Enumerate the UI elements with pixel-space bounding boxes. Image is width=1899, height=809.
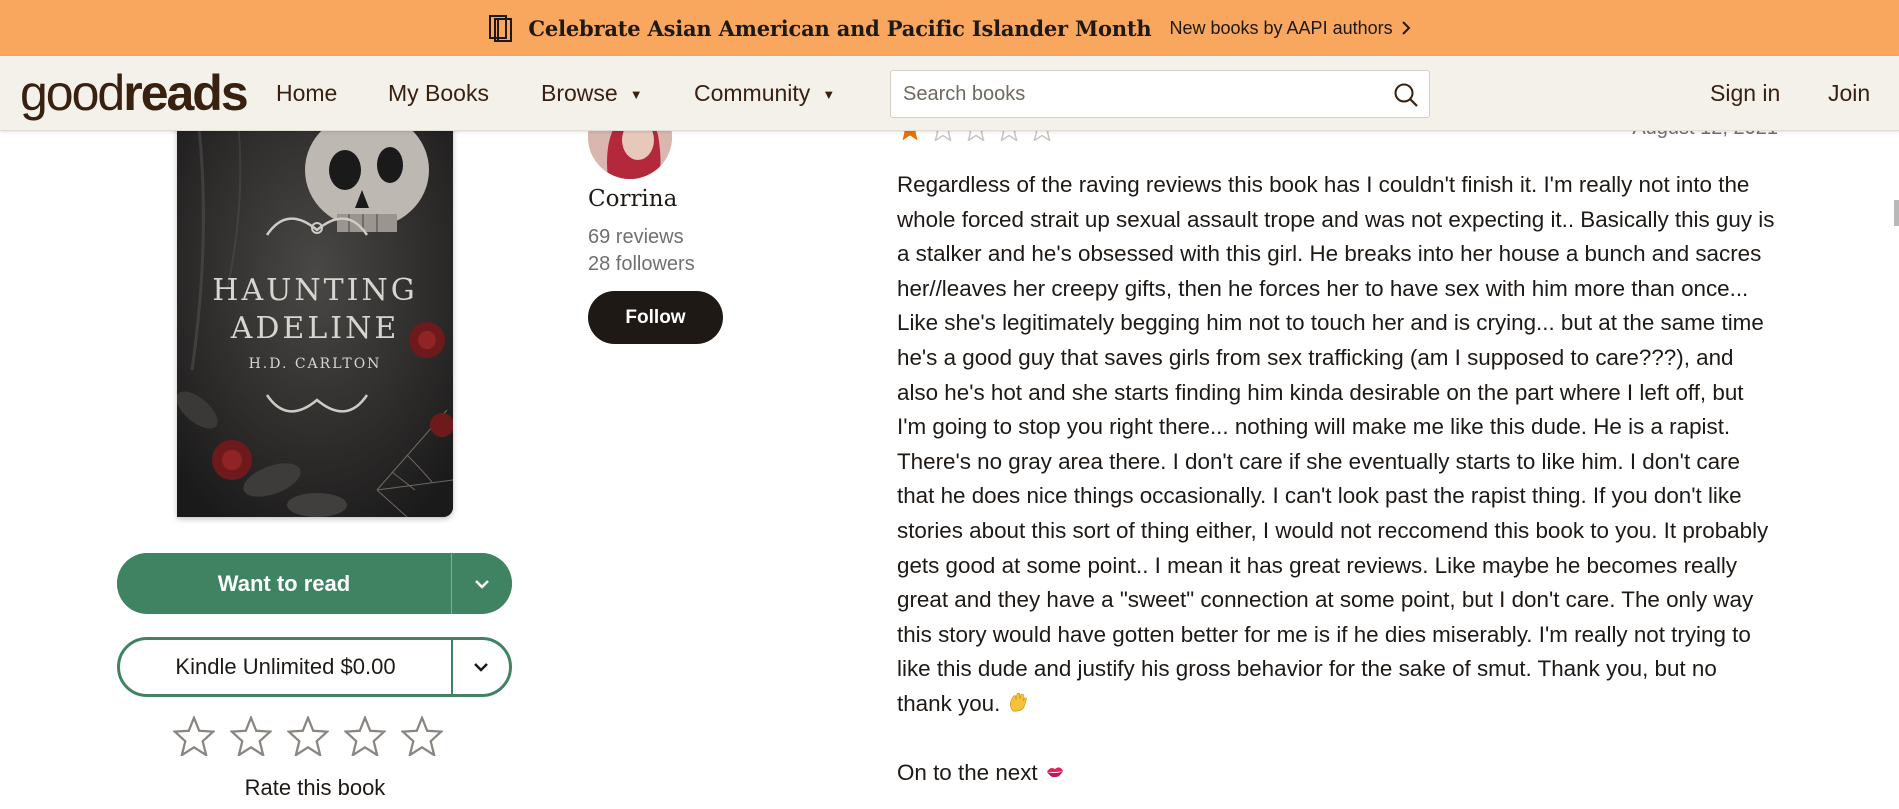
rate-this-book-label: Rate this book <box>244 775 386 800</box>
logo-bold-part: reads <box>123 65 248 121</box>
rate-star-5[interactable] <box>401 714 458 758</box>
rate-star-1[interactable] <box>173 714 230 758</box>
review-body: Regardless of the raving reviews this bo… <box>897 168 1777 790</box>
sign-in-link[interactable]: Sign in <box>1710 56 1780 131</box>
cover-title-line1: HAUNTING <box>212 273 417 308</box>
want-to-read-button[interactable]: Want to read <box>117 553 451 614</box>
review-paragraph: Regardless of the raving reviews this bo… <box>897 168 1777 722</box>
sign-in-label: Sign in <box>1710 80 1781 106</box>
rate-star-4[interactable] <box>344 714 401 758</box>
site-header: goodreads Home My Books Browse ▼ Communit… <box>0 56 1899 131</box>
nav-my-books-label: My Books <box>388 80 489 106</box>
star-outline-icon <box>173 716 215 756</box>
want-to-read-label: Want to read <box>217 570 351 596</box>
promo-title: Celebrate Asian American and Pacific Isl… <box>528 15 1152 41</box>
follow-label: Follow <box>625 306 686 328</box>
search-input[interactable] <box>891 71 1371 117</box>
reviewer-name[interactable]: Corrina <box>588 186 677 212</box>
review-paragraph-text: Regardless of the raving reviews this bo… <box>897 172 1775 716</box>
kindle-button-group: Kindle Unlimited $0.00 <box>117 637 512 697</box>
book-icon <box>489 15 513 42</box>
caret-down-icon: ▼ <box>629 87 643 102</box>
chevron-down-icon <box>475 579 489 589</box>
nav-home-label: Home <box>276 80 338 106</box>
scrollbar-thumb[interactable] <box>1894 200 1899 226</box>
cover-title-line2: ADELINE <box>230 311 400 346</box>
review-closing: On to the next <box>897 756 1777 791</box>
chevron-right-icon <box>1401 21 1411 35</box>
kiss-mark-icon <box>1046 766 1063 777</box>
promo-link[interactable]: New books by AAPI authors <box>1169 17 1411 39</box>
join-label: Join <box>1828 80 1871 106</box>
logo-light-part: good <box>20 65 125 121</box>
cover-art: HAUNTING ADELINE H.D. CARLTON <box>177 110 453 517</box>
kindle-unlimited-label: Kindle Unlimited $0.00 <box>175 654 396 679</box>
star-outline-icon <box>344 716 386 756</box>
nav-home[interactable]: Home <box>276 56 337 131</box>
review-closing-text: On to the next <box>897 759 1038 785</box>
reviewer-reviews-count: 69 reviews <box>588 226 684 248</box>
nav-my-books[interactable]: My Books <box>388 56 489 131</box>
nav-community-label: Community <box>694 80 811 106</box>
star-outline-icon <box>401 716 443 756</box>
cover-author: H.D. CARLTON <box>249 356 382 372</box>
buy-options-dropdown-button[interactable] <box>451 640 509 694</box>
star-outline-icon <box>287 716 329 756</box>
caret-down-icon: ▼ <box>822 87 836 102</box>
follow-button[interactable]: Follow <box>588 291 723 344</box>
chevron-down-icon <box>474 663 488 672</box>
book-cover[interactable]: HAUNTING ADELINE H.D. CARLTON <box>177 110 453 517</box>
rate-star-3[interactable] <box>287 714 344 758</box>
goodreads-logo[interactable]: goodreads <box>20 65 249 121</box>
shelf-dropdown-button[interactable] <box>451 553 512 614</box>
nav-community[interactable]: Community ▼ <box>694 56 835 131</box>
nav-browse-label: Browse <box>541 80 618 106</box>
join-link[interactable]: Join <box>1828 56 1870 131</box>
promo-link-label: New books by AAPI authors <box>1169 17 1393 38</box>
rate-this-book-stars <box>173 714 458 758</box>
search-box <box>890 70 1430 118</box>
promo-banner: Celebrate Asian American and Pacific Isl… <box>0 0 1899 56</box>
star-outline-icon <box>230 716 272 756</box>
kindle-unlimited-button[interactable]: Kindle Unlimited $0.00 <box>120 640 451 694</box>
rate-star-2[interactable] <box>230 714 287 758</box>
nav-browse[interactable]: Browse ▼ <box>541 56 643 131</box>
reviewer-followers-count: 28 followers <box>588 253 695 275</box>
want-to-read-button-group: Want to read <box>117 553 512 614</box>
search-icon[interactable] <box>1393 82 1419 108</box>
waving-hand-icon <box>1009 692 1027 712</box>
